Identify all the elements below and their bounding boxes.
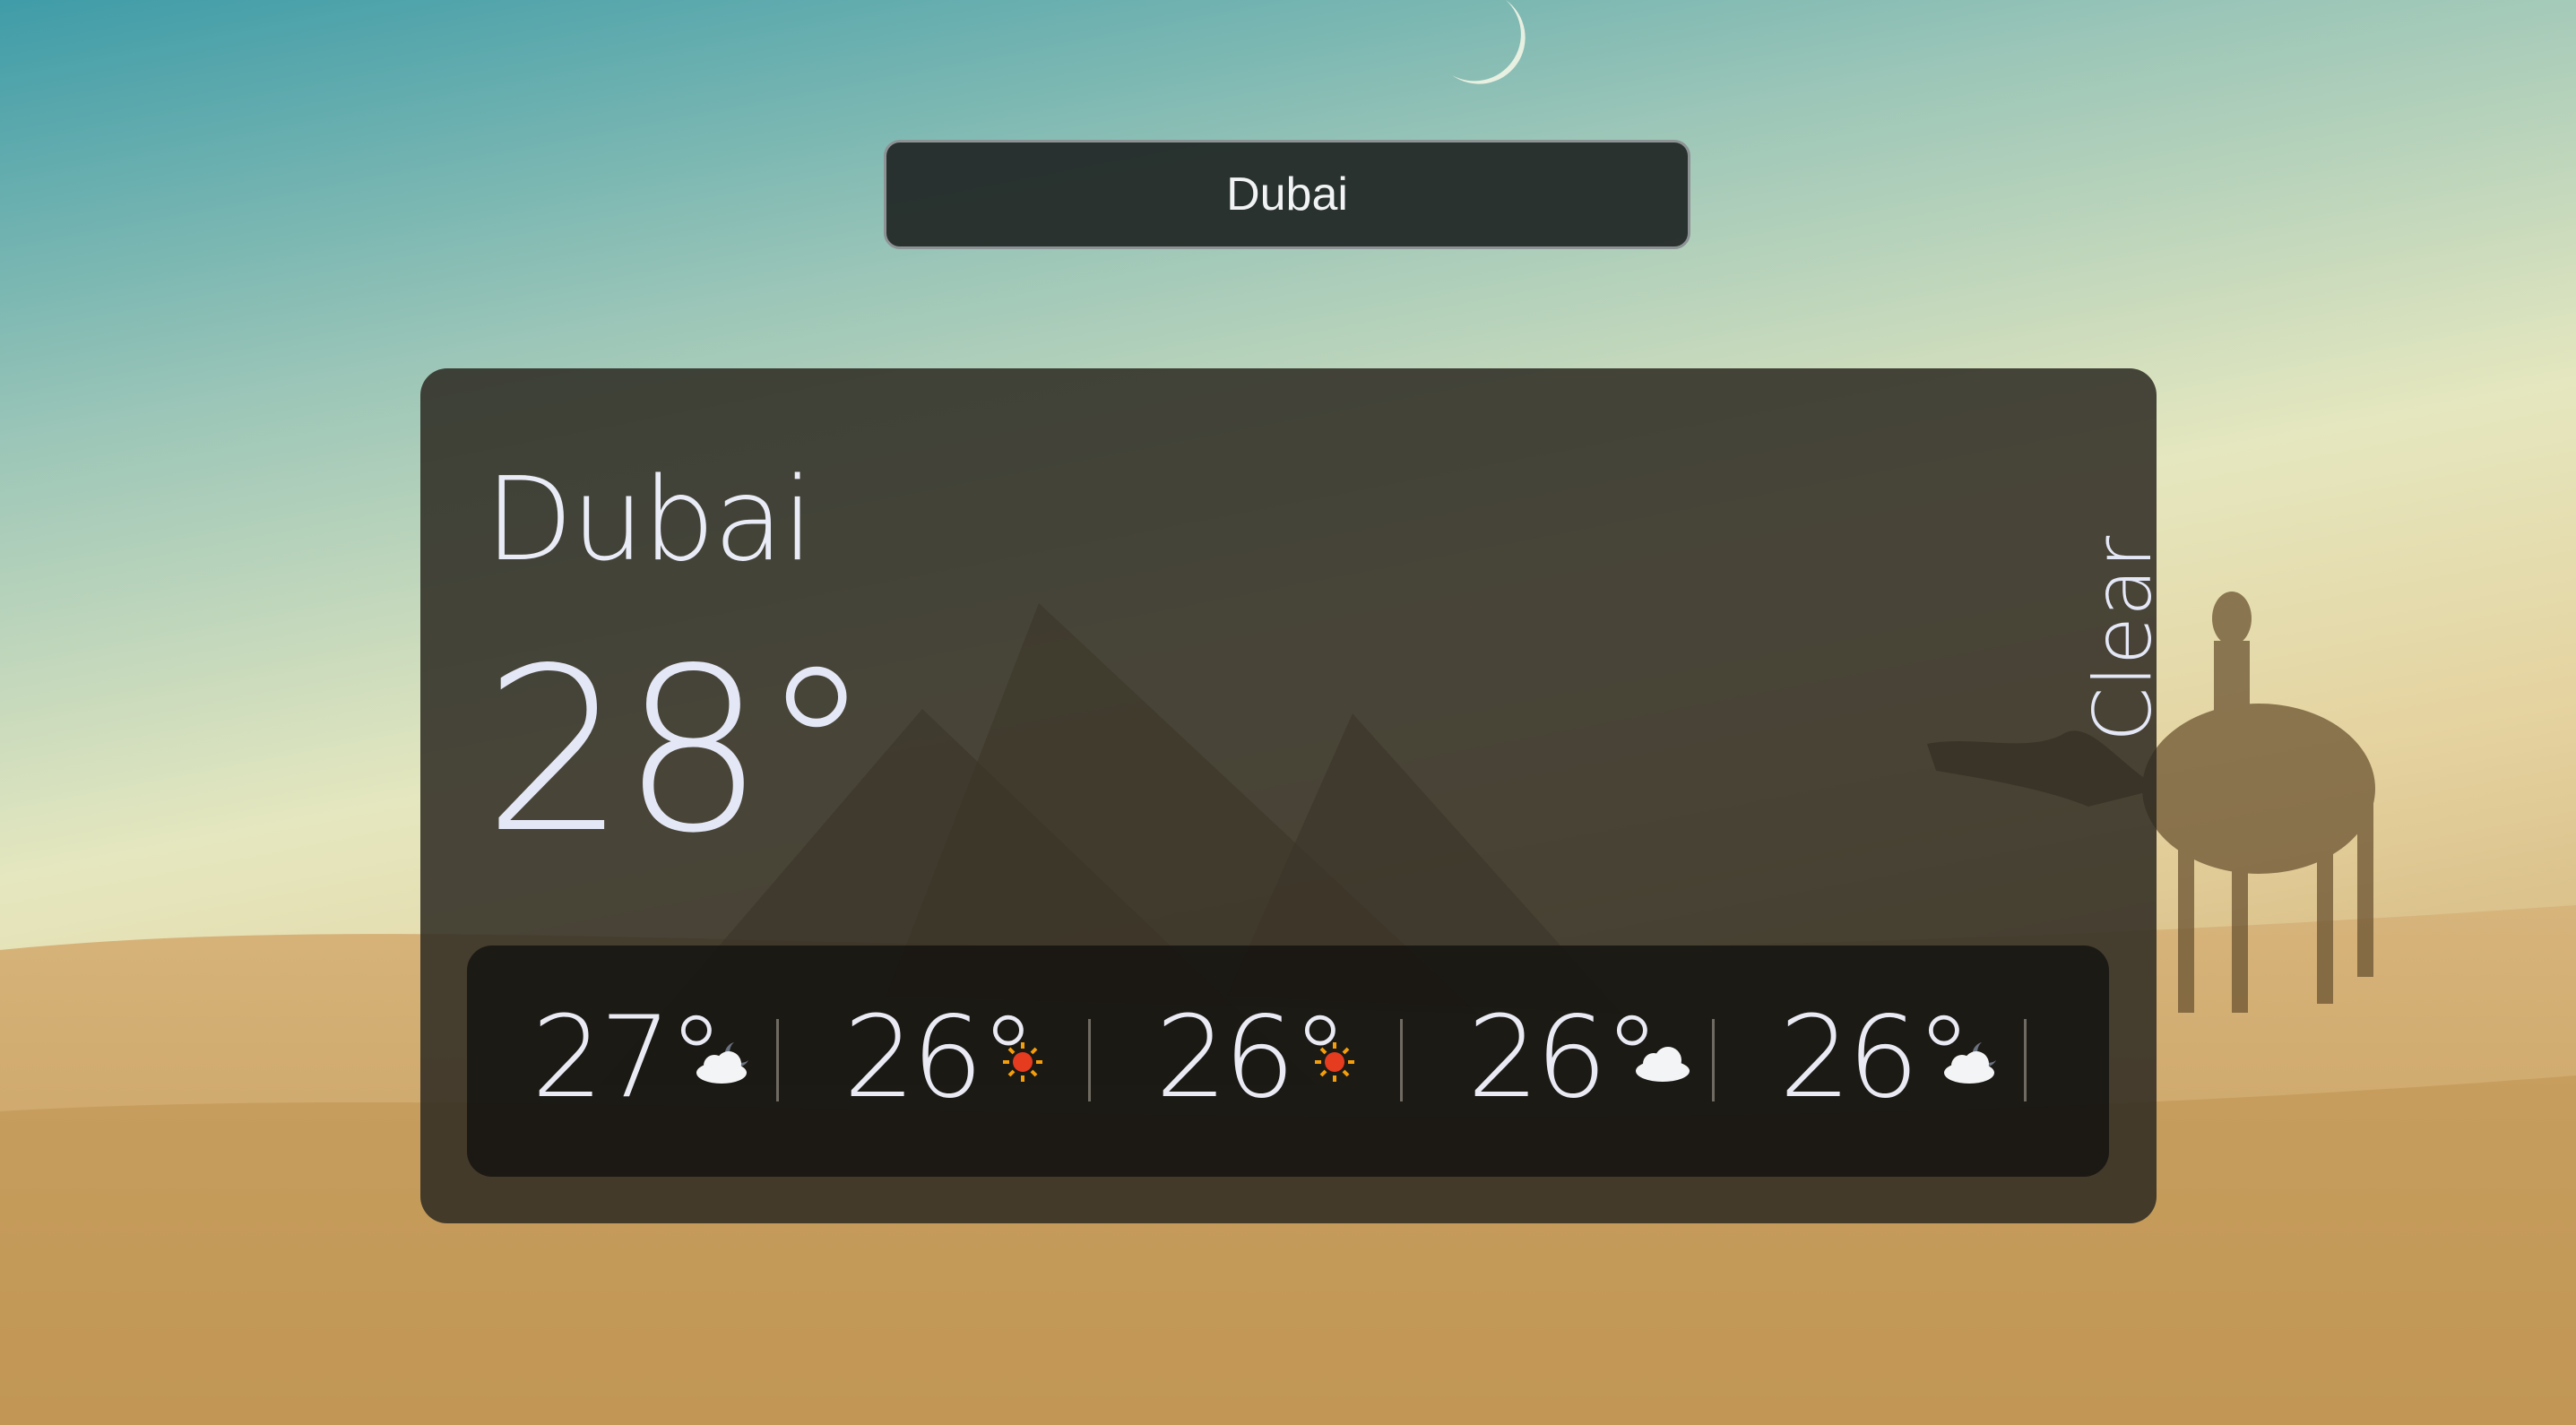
city-search-input[interactable] [884,140,1690,249]
forecast-item: 26° [1403,946,1715,1177]
city-name: Dubai [485,453,814,587]
forecast-divider [2024,1019,2027,1101]
sun-icon [1003,1042,1042,1082]
city-search-field[interactable] [886,142,1688,246]
cloud-icon [1636,1047,1690,1082]
sun-icon [1315,1042,1354,1082]
cloud-moon-icon [696,1042,748,1084]
forecast-item: 26° [1091,946,1403,1177]
cloud-moon-icon [1944,1042,1996,1084]
forecast-item: 26° [779,946,1091,1177]
forecast-item: 26° [1715,946,2027,1177]
weather-condition: Clear [2077,535,2157,742]
forecast-strip: 27° 26° 26° 26° 26° [467,946,2109,1177]
forecast-item: 27° [467,946,779,1177]
current-temperature: 28° [483,620,873,883]
weather-card: Dubai 28° Clear 27° 26° 26° 26° 26° [420,368,2157,1223]
